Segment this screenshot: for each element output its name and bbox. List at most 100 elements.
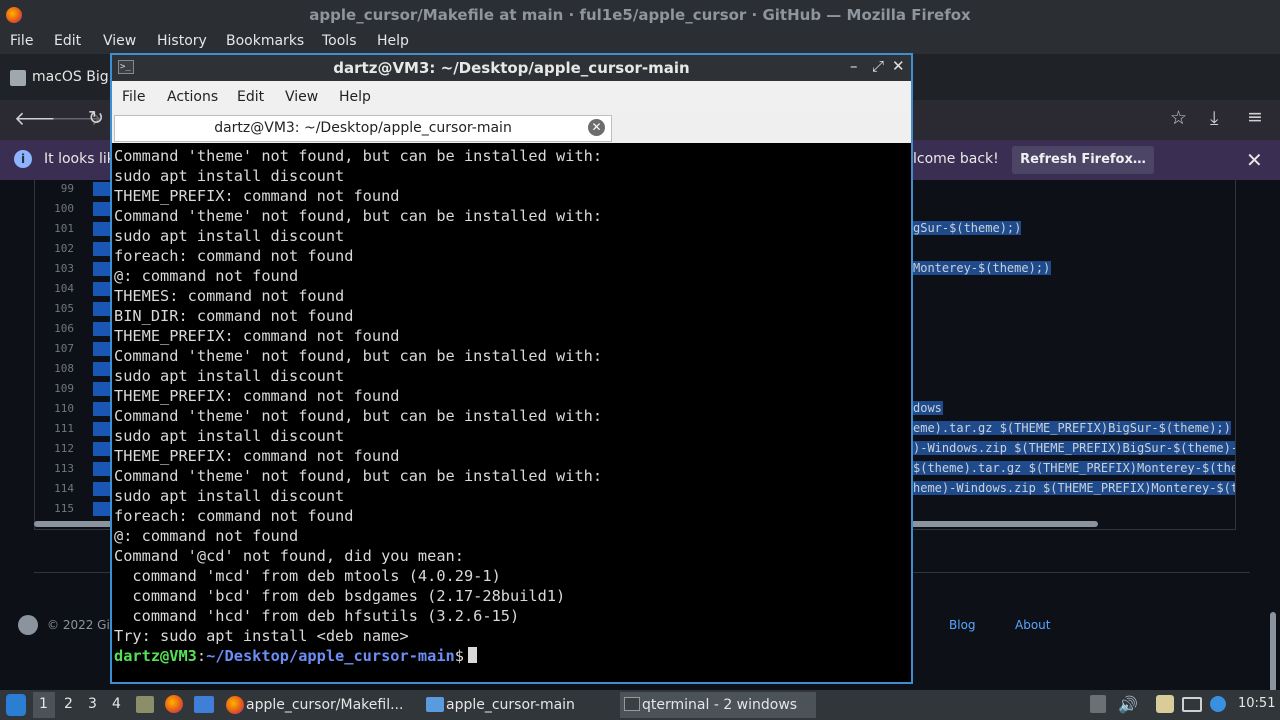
volume-icon[interactable]: 🔊: [1118, 695, 1138, 714]
vertical-scrollbar[interactable]: [1270, 612, 1276, 692]
bookmark-star-icon[interactable]: ☆: [1170, 107, 1187, 129]
line-number: 110: [54, 402, 74, 415]
footer-link-about[interactable]: About: [1015, 618, 1050, 632]
terminal-output-line: command 'hcd' from deb hfsutils (3.2.6-1…: [114, 607, 520, 625]
show-desktop-icon[interactable]: [194, 696, 214, 713]
selection-highlight: [93, 302, 111, 316]
taskbar-item-folder[interactable]: apple_cursor-main: [424, 692, 614, 718]
terminal-menu-actions[interactable]: Actions: [167, 89, 218, 105]
workspace-1[interactable]: 1: [39, 696, 48, 712]
firefox-menu-tools[interactable]: Tools: [322, 33, 357, 49]
firefox-menu-edit[interactable]: Edit: [54, 33, 81, 49]
firefox-launcher-icon[interactable]: [165, 695, 183, 713]
workspace-2[interactable]: 2: [64, 696, 73, 712]
terminal-menubar: File Actions Edit View Help: [112, 81, 911, 113]
terminal-output-line: @: command not found: [114, 527, 299, 545]
line-number: 115: [54, 502, 74, 515]
terminal-tab[interactable]: dartz@VM3: ~/Desktop/apple_cursor-main: [114, 115, 612, 142]
line-number: 104: [54, 282, 74, 295]
firefox-menubar: File Edit View History Bookmarks Tools H…: [0, 30, 1280, 54]
line-number: 100: [54, 202, 74, 215]
line-number: 114: [54, 482, 74, 495]
selection-highlight: [93, 422, 111, 436]
maximize-icon[interactable]: ⤢: [872, 57, 884, 75]
terminal-output-line: THEME_PREFIX: command not found: [114, 187, 400, 205]
reload-icon[interactable]: ↻: [88, 107, 104, 129]
selection-highlight: [93, 262, 111, 276]
network-icon[interactable]: [1182, 697, 1202, 712]
code-line: Monterey-$(theme);): [913, 261, 1051, 275]
prompt-symbol: $: [454, 647, 464, 665]
github-logo-icon[interactable]: [18, 615, 38, 635]
refresh-firefox-button[interactable]: Refresh Firefox…: [1012, 146, 1154, 174]
file-manager-icon[interactable]: [136, 696, 154, 713]
firefox-window-title: apple_cursor/Makefile at main · ful1e5/a…: [0, 0, 1280, 30]
clipboard-icon[interactable]: [1156, 695, 1174, 713]
workspace-4[interactable]: 4: [112, 696, 121, 712]
terminal-output-line: command 'bcd' from deb bsdgames (2.17-28…: [114, 587, 566, 605]
line-number: 99: [60, 182, 74, 195]
line-number: 102: [54, 242, 74, 255]
notification-icon[interactable]: [1210, 696, 1226, 712]
code-line: eme).tar.gz $(THEME_PREFIX)BigSur-$(them…: [913, 421, 1231, 435]
terminal-output-line: Command '@cd' not found, did you mean:: [114, 547, 464, 565]
terminal-output-line: Command 'theme' not found, but can be in…: [114, 207, 603, 225]
terminal-output-line: foreach: command not found: [114, 247, 354, 265]
close-window-icon[interactable]: ✕: [892, 57, 905, 75]
tray-up-icon[interactable]: [1090, 695, 1106, 713]
selection-highlight: [93, 222, 111, 236]
line-number: 101: [54, 222, 74, 235]
terminal-output-line: Command 'theme' not found, but can be in…: [114, 147, 603, 165]
firefox-logo-icon: [6, 7, 22, 23]
app-menu-icon[interactable]: ≡: [1247, 106, 1263, 128]
terminal-output-line: sudo apt install discount: [114, 227, 345, 245]
terminal-task-icon: [624, 697, 640, 711]
line-number: 103: [54, 262, 74, 275]
close-icon[interactable]: ✕: [1246, 148, 1263, 172]
footer-link-blog[interactable]: Blog: [949, 618, 976, 632]
line-number: 112: [54, 442, 74, 455]
selection-highlight: [93, 182, 111, 196]
workspace-3[interactable]: 3: [88, 696, 97, 712]
notification-text-right: lcome back!: [913, 151, 999, 167]
selection-highlight: [93, 282, 111, 296]
start-menu-icon[interactable]: [6, 694, 26, 716]
prompt-user: dartz@VM3: [114, 647, 197, 665]
terminal-menu-edit[interactable]: Edit: [237, 89, 264, 105]
selection-highlight: [93, 442, 111, 456]
selection-highlight: [93, 322, 111, 336]
terminal-output-line: command 'mcd' from deb mtools (4.0.29-1): [114, 567, 501, 585]
firefox-menu-view[interactable]: View: [103, 33, 136, 49]
terminal-output-line: Command 'theme' not found, but can be in…: [114, 467, 603, 485]
code-line: gSur-$(theme);): [913, 221, 1021, 235]
terminal-menu-help[interactable]: Help: [339, 89, 371, 105]
firefox-menu-file[interactable]: File: [10, 33, 33, 49]
line-number: 109: [54, 382, 74, 395]
firefox-tab[interactable]: macOS Big: [0, 62, 110, 92]
terminal-output-line: Command 'theme' not found, but can be in…: [114, 407, 603, 425]
clock[interactable]: 10:51: [1238, 696, 1275, 711]
selection-highlight: [93, 402, 111, 416]
taskbar-item-firefox[interactable]: apple_cursor/Makefil...: [224, 692, 414, 718]
terminal-output[interactable]: Command 'theme' not found, but can be in…: [114, 146, 910, 678]
terminal-output-line: sudo apt install discount: [114, 427, 345, 445]
firefox-menu-help[interactable]: Help: [377, 33, 409, 49]
terminal-output-line: THEMES: command not found: [114, 287, 345, 305]
firefox-menu-bookmarks[interactable]: Bookmarks: [226, 33, 304, 49]
terminal-prompt[interactable]: dartz@VM3:~/Desktop/apple_cursor-main$: [114, 646, 910, 666]
code-line: heme)-Windows.zip $(THEME_PREFIX)Montere…: [913, 481, 1235, 495]
prompt-path: ~/Desktop/apple_cursor-main: [206, 647, 455, 665]
downloads-icon[interactable]: ⤓: [1210, 107, 1218, 129]
selection-highlight: [93, 382, 111, 396]
taskbar-item-qterminal[interactable]: qterminal - 2 windows: [620, 692, 816, 718]
text-cursor: [468, 647, 477, 663]
minimize-icon[interactable]: –: [850, 57, 858, 75]
selection-highlight: [93, 502, 111, 516]
terminal-menu-view[interactable]: View: [285, 89, 318, 105]
firefox-menu-history[interactable]: History: [157, 33, 207, 49]
terminal-menu-file[interactable]: File: [122, 89, 145, 105]
line-number: 105: [54, 302, 74, 315]
terminal-output-line: sudo apt install discount: [114, 487, 345, 505]
tab-close-icon[interactable]: ✕: [588, 119, 605, 136]
line-number: 106: [54, 322, 74, 335]
